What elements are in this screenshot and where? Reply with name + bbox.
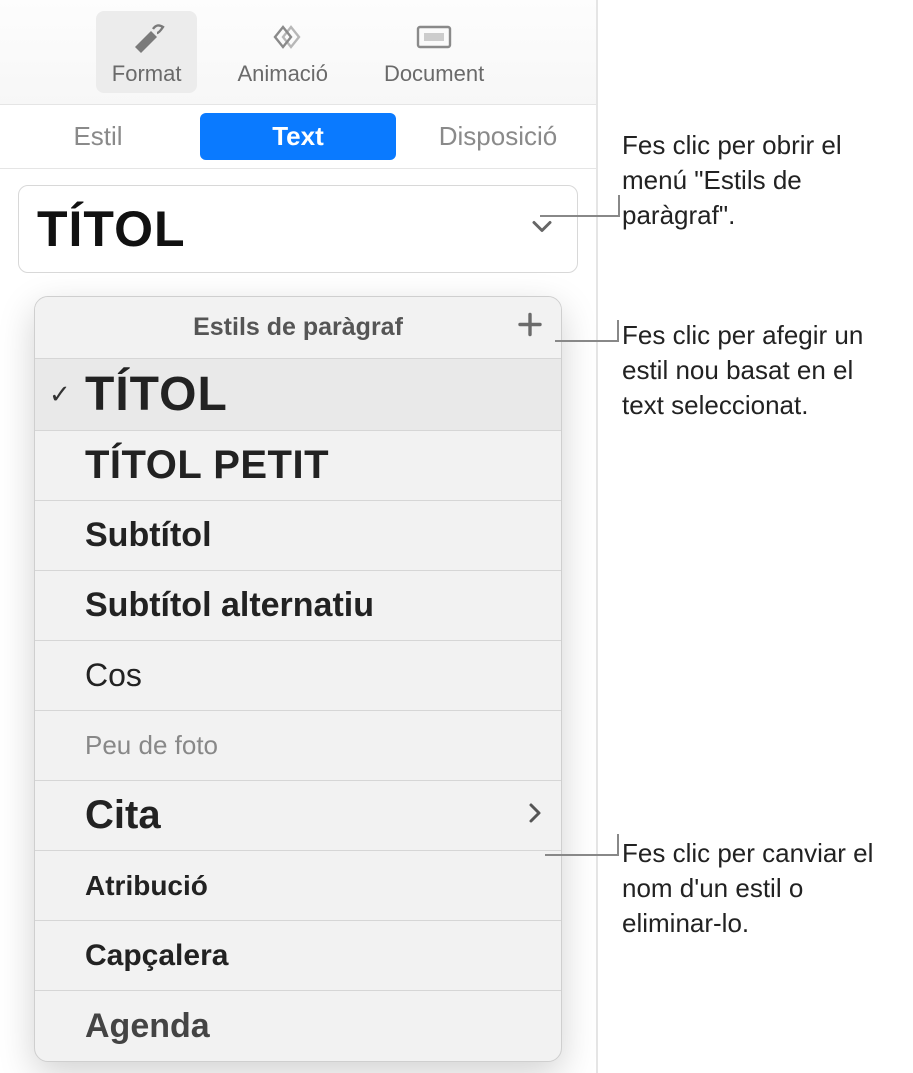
callout-line-open-menu: [540, 215, 618, 217]
style-item-atribució[interactable]: Atribució: [35, 851, 561, 921]
style-item-label: Atribució: [85, 870, 208, 902]
format-tab[interactable]: Format: [96, 11, 198, 93]
style-item-peu-de-foto[interactable]: Peu de foto: [35, 711, 561, 781]
style-item-subtítol[interactable]: Subtítol: [35, 501, 561, 571]
subtab-layout[interactable]: Disposició: [400, 107, 596, 166]
style-item-cita[interactable]: Cita: [35, 781, 561, 851]
popover-title: Estils de paràgraf: [35, 297, 561, 359]
brush-icon: [125, 19, 169, 55]
paragraph-styles-popover: Estils de paràgraf ✓ TÍTOL TÍTOL PETIT Subt…: [34, 296, 562, 1062]
style-item-label: Agenda: [85, 1007, 210, 1046]
callout-line-rename-delete: [545, 854, 617, 856]
document-tab[interactable]: Document: [368, 11, 500, 93]
document-label: Document: [384, 61, 484, 87]
current-style-label: TÍTOL: [37, 200, 186, 258]
style-item-label: Cita: [85, 793, 161, 838]
style-item-títol-petit[interactable]: TÍTOL PETIT: [35, 431, 561, 501]
style-item-agenda[interactable]: Agenda: [35, 991, 561, 1061]
style-item-capçalera[interactable]: Capçalera: [35, 921, 561, 991]
style-item-label: TÍTOL PETIT: [85, 443, 329, 488]
style-item-label: Subtítol: [85, 516, 212, 555]
subtab-text[interactable]: Text: [200, 113, 396, 160]
callout-add-style: Fes clic per afegir un estil nou basat e…: [622, 318, 902, 423]
chevron-down-icon: [529, 214, 555, 245]
inspector-panel: Format Animació Document Estil Text: [0, 0, 598, 1073]
style-item-label: Peu de foto: [85, 730, 218, 761]
animation-tab[interactable]: Animació: [221, 11, 343, 93]
animation-label: Animació: [237, 61, 327, 87]
format-label: Format: [112, 61, 182, 87]
style-list: ✓ TÍTOL TÍTOL PETIT Subtítol Subtítol altern…: [35, 359, 561, 1061]
diamond-icon: [261, 19, 305, 55]
style-item-cos[interactable]: Cos: [35, 641, 561, 711]
subtab-style[interactable]: Estil: [0, 107, 196, 166]
inspector-toolbar: Format Animació Document: [0, 0, 596, 105]
slide-icon: [412, 19, 456, 55]
callout-rename-delete: Fes clic per canviar el nom d'un estil o…: [622, 836, 902, 941]
style-item-subtítol-alternatiu[interactable]: Subtítol alternatiu: [35, 571, 561, 641]
style-item-label: TÍTOL: [85, 367, 228, 422]
paragraph-style-dropdown[interactable]: TÍTOL: [18, 185, 578, 273]
style-item-títol[interactable]: ✓ TÍTOL: [35, 359, 561, 431]
chevron-right-icon[interactable]: [527, 801, 543, 830]
callout-open-menu: Fes clic per obrir el menú "Estils de pa…: [622, 128, 902, 233]
add-style-button[interactable]: [515, 309, 545, 346]
checkmark-icon: ✓: [49, 379, 71, 410]
callout-line-add-style: [555, 340, 617, 342]
style-item-label: Cos: [85, 657, 142, 694]
style-item-label: Subtítol alternatiu: [85, 586, 374, 625]
style-item-label: Capçalera: [85, 939, 228, 973]
format-subtabs: Estil Text Disposició: [0, 105, 596, 169]
